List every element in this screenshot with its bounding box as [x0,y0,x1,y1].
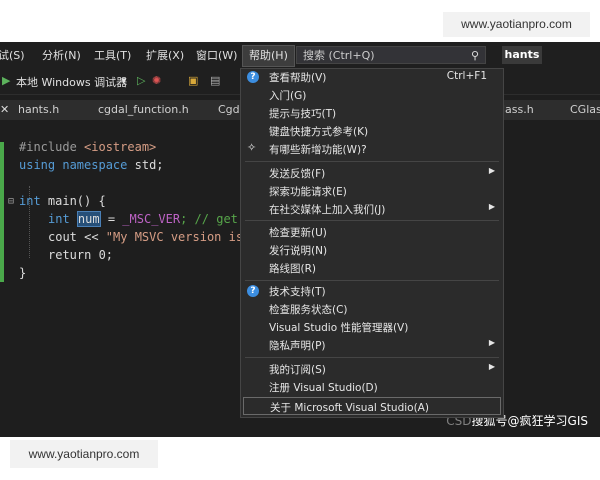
code-line-6: cout << "My MSVC version is [48,230,244,244]
menu-item-social-media[interactable]: 在社交媒体上加入我们(J) ▶ [241,200,503,218]
code-line-2: using namespace std; [19,158,164,172]
menu-analyze[interactable]: 分析(N) [42,47,81,63]
menu-item-privacy[interactable]: 隐私声明(P) ▶ [241,336,503,354]
tab-hants-h[interactable]: hants.h [18,103,59,116]
menu-separator [245,280,499,281]
menu-separator [245,220,499,221]
solution-explorer-icon[interactable]: ▣ [188,74,198,87]
menu-item-my-subscription[interactable]: 我的订阅(S) ▶ [241,360,503,378]
menu-item-keyboard-shortcuts[interactable]: 键盘快捷方式参考(K) [241,122,503,140]
menu-window[interactable]: 窗口(W) [196,47,237,63]
menu-item-check-updates[interactable]: 检查更新(U) [241,223,503,241]
help-menu-dropdown: ? 查看帮助(V) Ctrl+F1 入门(G) 提示与技巧(T) 键盘快捷方式参考(… [240,68,504,418]
submenu-arrow-icon: ▶ [488,166,495,175]
code-line-4: int main() { [19,194,106,208]
debug-target-dropdown[interactable]: 本地 Windows 调试器 [16,74,127,90]
tab-lass-h[interactable]: lass.h [502,103,534,116]
close-icon[interactable]: ✕ [0,103,9,116]
watermark-bottom: www.yaotianpro.com [10,440,158,468]
code-line-1: #include <iostream> [19,140,157,154]
tab-cgd[interactable]: Cgd [218,103,240,116]
menu-debug[interactable]: 试(S) [0,47,25,63]
sparkle-icon: ✧ [247,141,257,154]
search-placeholder: 搜索 (Ctrl+Q) [303,49,375,62]
start-debug-icon[interactable]: ▶ [2,74,10,87]
start-without-debug-icon[interactable]: ▷ [137,74,145,87]
solution-name[interactable]: hants [502,46,542,64]
help-circle-icon: ? [247,71,259,83]
menu-help[interactable]: 帮助(H) [242,45,295,67]
debug-target-arrow-icon[interactable]: ▾ [121,74,127,87]
menu-item-technical-support[interactable]: ? 技术支持(T) [241,282,503,300]
menu-separator [245,161,499,162]
search-icon: ⚲ [470,49,479,62]
menu-item-performance-manager[interactable]: Visual Studio 性能管理器(V) [241,318,503,336]
menu-item-feature-requests[interactable]: 探索功能请求(E) [241,182,503,200]
tab-cglass[interactable]: CGlass [570,103,600,116]
menu-item-roadmap[interactable]: 路线图(R) [241,259,503,277]
menu-item-whats-new[interactable]: ✧ 有哪些新增功能(W)? [241,140,503,158]
menu-bar: 试(S) 分析(N) 工具(T) 扩展(X) 窗口(W) 帮助(H) 搜索 (C… [0,42,600,68]
change-marker [0,142,4,282]
menu-item-about[interactable]: 关于 Microsoft Visual Studio(A) [243,397,501,415]
tab-cgdal-function-h[interactable]: cgdal_function.h [98,103,189,116]
submenu-arrow-icon: ▶ [488,202,495,211]
hot-reload-icon[interactable]: ✺ [152,74,161,87]
menu-item-tips[interactable]: 提示与技巧(T) [241,104,503,122]
menu-item-view-help[interactable]: ? 查看帮助(V) Ctrl+F1 [241,68,503,86]
menu-item-get-started[interactable]: 入门(G) [241,86,503,104]
search-input[interactable]: 搜索 (Ctrl+Q) ⚲ [296,46,486,64]
menu-item-send-feedback[interactable]: 发送反馈(F) ▶ [241,164,503,182]
code-line-7: return 0; [48,248,114,262]
fold-toggle-icon[interactable]: ⊟ [8,196,14,207]
menu-tools[interactable]: 工具(T) [94,47,131,63]
toolbar-misc-icon[interactable]: ▤ [210,74,220,87]
help-circle-icon: ? [247,285,259,297]
menu-extensions[interactable]: 扩展(X) [146,47,184,63]
menu-item-register[interactable]: 注册 Visual Studio(D) [241,378,503,396]
menu-separator [245,357,499,358]
code-line-5: int num = _MSC_VER; // get [48,211,238,227]
submenu-arrow-icon: ▶ [488,362,495,371]
code-line-8: } [19,266,27,280]
submenu-arrow-icon: ▶ [488,338,495,347]
menu-item-release-notes[interactable]: 发行说明(N) [241,241,503,259]
watermark-top: www.yaotianpro.com [443,12,590,37]
menu-item-service-status[interactable]: 检查服务状态(C) [241,300,503,318]
